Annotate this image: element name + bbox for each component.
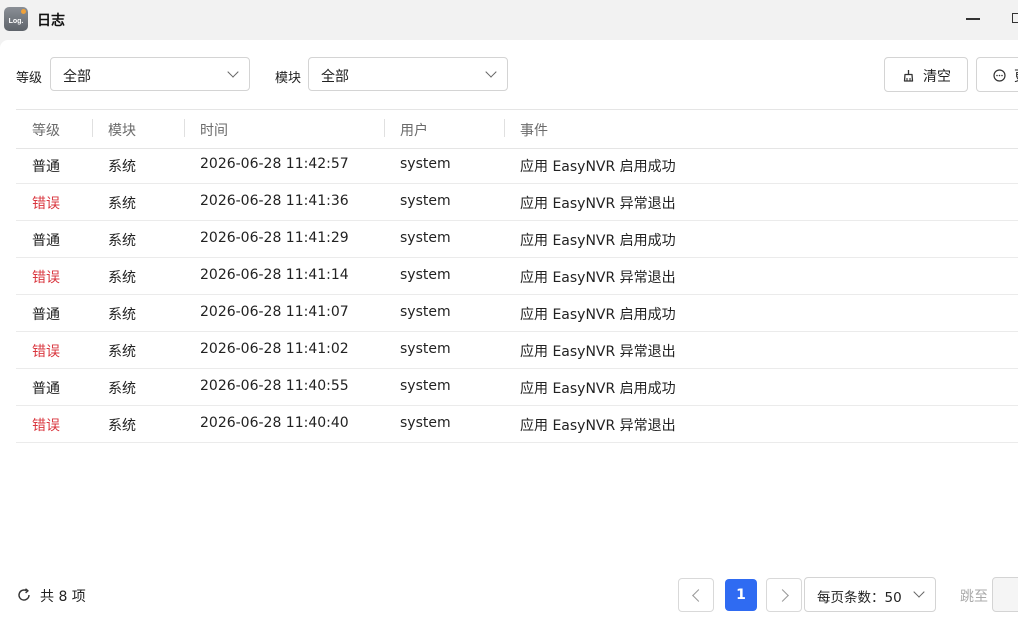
column-divider bbox=[384, 119, 385, 137]
chevron-left-icon bbox=[692, 589, 705, 602]
cell-event: 应用 EasyNVR 异常退出 bbox=[520, 418, 676, 434]
table-row[interactable]: 错误 系统 2026-06-28 11:40:40 system 应用 Easy… bbox=[16, 406, 1018, 443]
maximize-icon[interactable] bbox=[1012, 13, 1018, 23]
chevron-down-icon bbox=[227, 66, 239, 78]
level-filter-value: 全部 bbox=[63, 69, 91, 85]
jump-to-label: 跳至 bbox=[960, 589, 988, 605]
cell-level: 错误 bbox=[32, 418, 60, 434]
minimize-icon[interactable] bbox=[966, 18, 980, 20]
cell-level: 普通 bbox=[32, 233, 60, 249]
clear-button-label: 清空 bbox=[923, 69, 951, 85]
column-header-time[interactable]: 时间 bbox=[200, 120, 228, 140]
cell-time: 2026-06-28 11:41:14 bbox=[200, 267, 349, 283]
ellipsis-circle-icon bbox=[993, 69, 1006, 82]
app-icon-badge bbox=[21, 9, 26, 14]
cell-user: system bbox=[400, 415, 451, 431]
cell-level: 普通 bbox=[32, 381, 60, 397]
cell-time: 2026-06-28 11:41:07 bbox=[200, 304, 349, 320]
column-header-module[interactable]: 模块 bbox=[108, 120, 136, 140]
refresh-icon[interactable] bbox=[17, 588, 31, 602]
cell-level: 普通 bbox=[32, 307, 60, 323]
log-app-icon: Log. bbox=[4, 7, 28, 31]
page-size-value: 每页条数：50 bbox=[817, 590, 902, 606]
cell-level: 错误 bbox=[32, 196, 60, 212]
broom-icon bbox=[903, 70, 914, 82]
chevron-down-icon bbox=[913, 586, 925, 598]
cell-module: 系统 bbox=[108, 196, 136, 212]
cell-user: system bbox=[400, 230, 451, 246]
module-filter-select[interactable]: 全部 bbox=[308, 57, 508, 91]
next-page-button[interactable] bbox=[766, 578, 802, 612]
cell-event: 应用 EasyNVR 异常退出 bbox=[520, 270, 676, 286]
table-row[interactable]: 错误 系统 2026-06-28 11:41:14 system 应用 Easy… bbox=[16, 258, 1018, 295]
module-filter-value: 全部 bbox=[321, 69, 349, 85]
cell-time: 2026-06-28 11:42:57 bbox=[200, 156, 349, 172]
cell-level: 错误 bbox=[32, 344, 60, 360]
log-panel: 等级 全部 模块 全部 清空 更 等级 模块 时间 用户 事件 bbox=[0, 40, 1018, 630]
table-row[interactable]: 错误 系统 2026-06-28 11:41:02 system 应用 Easy… bbox=[16, 332, 1018, 369]
table-row[interactable]: 普通 系统 2026-06-28 11:41:29 system 应用 Easy… bbox=[16, 221, 1018, 258]
level-filter-select[interactable]: 全部 bbox=[50, 57, 250, 91]
cell-module: 系统 bbox=[108, 418, 136, 434]
cell-user: system bbox=[400, 378, 451, 394]
cell-event: 应用 EasyNVR 启用成功 bbox=[520, 233, 676, 249]
cell-time: 2026-06-28 11:40:55 bbox=[200, 378, 349, 394]
table-row[interactable]: 普通 系统 2026-06-28 11:41:07 system 应用 Easy… bbox=[16, 295, 1018, 332]
cell-user: system bbox=[400, 341, 451, 357]
title-bar: Log. 日志 bbox=[0, 0, 1018, 40]
cell-module: 系统 bbox=[108, 381, 136, 397]
cell-level: 错误 bbox=[32, 270, 60, 286]
column-divider bbox=[504, 119, 505, 137]
table-row[interactable]: 错误 系统 2026-06-28 11:41:36 system 应用 Easy… bbox=[16, 184, 1018, 221]
column-divider bbox=[184, 119, 185, 137]
jump-to-input[interactable] bbox=[992, 577, 1018, 612]
app-icon-label: Log. bbox=[8, 18, 24, 25]
chevron-right-icon bbox=[776, 589, 789, 602]
cell-module: 系统 bbox=[108, 344, 136, 360]
clear-button[interactable]: 清空 bbox=[884, 57, 968, 92]
cell-module: 系统 bbox=[108, 233, 136, 249]
total-count: 共 8 项 bbox=[40, 589, 86, 605]
table-header: 等级 模块 时间 用户 事件 bbox=[16, 109, 1018, 149]
chevron-down-icon bbox=[485, 66, 497, 78]
cell-time: 2026-06-28 11:41:29 bbox=[200, 230, 349, 246]
cell-event: 应用 EasyNVR 启用成功 bbox=[520, 381, 676, 397]
column-header-level[interactable]: 等级 bbox=[32, 120, 60, 140]
window-title: 日志 bbox=[37, 13, 65, 29]
cell-module: 系统 bbox=[108, 159, 136, 175]
prev-page-button[interactable] bbox=[678, 578, 714, 612]
cell-event: 应用 EasyNVR 异常退出 bbox=[520, 344, 676, 360]
cell-user: system bbox=[400, 267, 451, 283]
column-header-event[interactable]: 事件 bbox=[520, 120, 548, 140]
more-button[interactable]: 更 bbox=[976, 57, 1018, 92]
cell-module: 系统 bbox=[108, 307, 136, 323]
module-filter-label: 模块 bbox=[275, 71, 302, 86]
table-row[interactable]: 普通 系统 2026-06-28 11:40:55 system 应用 Easy… bbox=[16, 369, 1018, 406]
column-header-user[interactable]: 用户 bbox=[400, 120, 428, 140]
column-divider bbox=[92, 119, 93, 137]
level-filter-label: 等级 bbox=[16, 71, 43, 86]
cell-time: 2026-06-28 11:41:36 bbox=[200, 193, 349, 209]
cell-user: system bbox=[400, 193, 451, 209]
page-size-select[interactable]: 每页条数：50 bbox=[804, 577, 936, 612]
cell-level: 普通 bbox=[32, 159, 60, 175]
cell-user: system bbox=[400, 304, 451, 320]
table-row[interactable]: 普通 系统 2026-06-28 11:42:57 system 应用 Easy… bbox=[16, 147, 1018, 184]
page-number-current[interactable]: 1 bbox=[725, 579, 757, 611]
cell-event: 应用 EasyNVR 异常退出 bbox=[520, 196, 676, 212]
cell-event: 应用 EasyNVR 启用成功 bbox=[520, 159, 676, 175]
cell-event: 应用 EasyNVR 启用成功 bbox=[520, 307, 676, 323]
cell-user: system bbox=[400, 156, 451, 172]
cell-time: 2026-06-28 11:41:02 bbox=[200, 341, 349, 357]
cell-time: 2026-06-28 11:40:40 bbox=[200, 415, 349, 431]
cell-module: 系统 bbox=[108, 270, 136, 286]
more-button-label: 更 bbox=[1014, 66, 1018, 86]
